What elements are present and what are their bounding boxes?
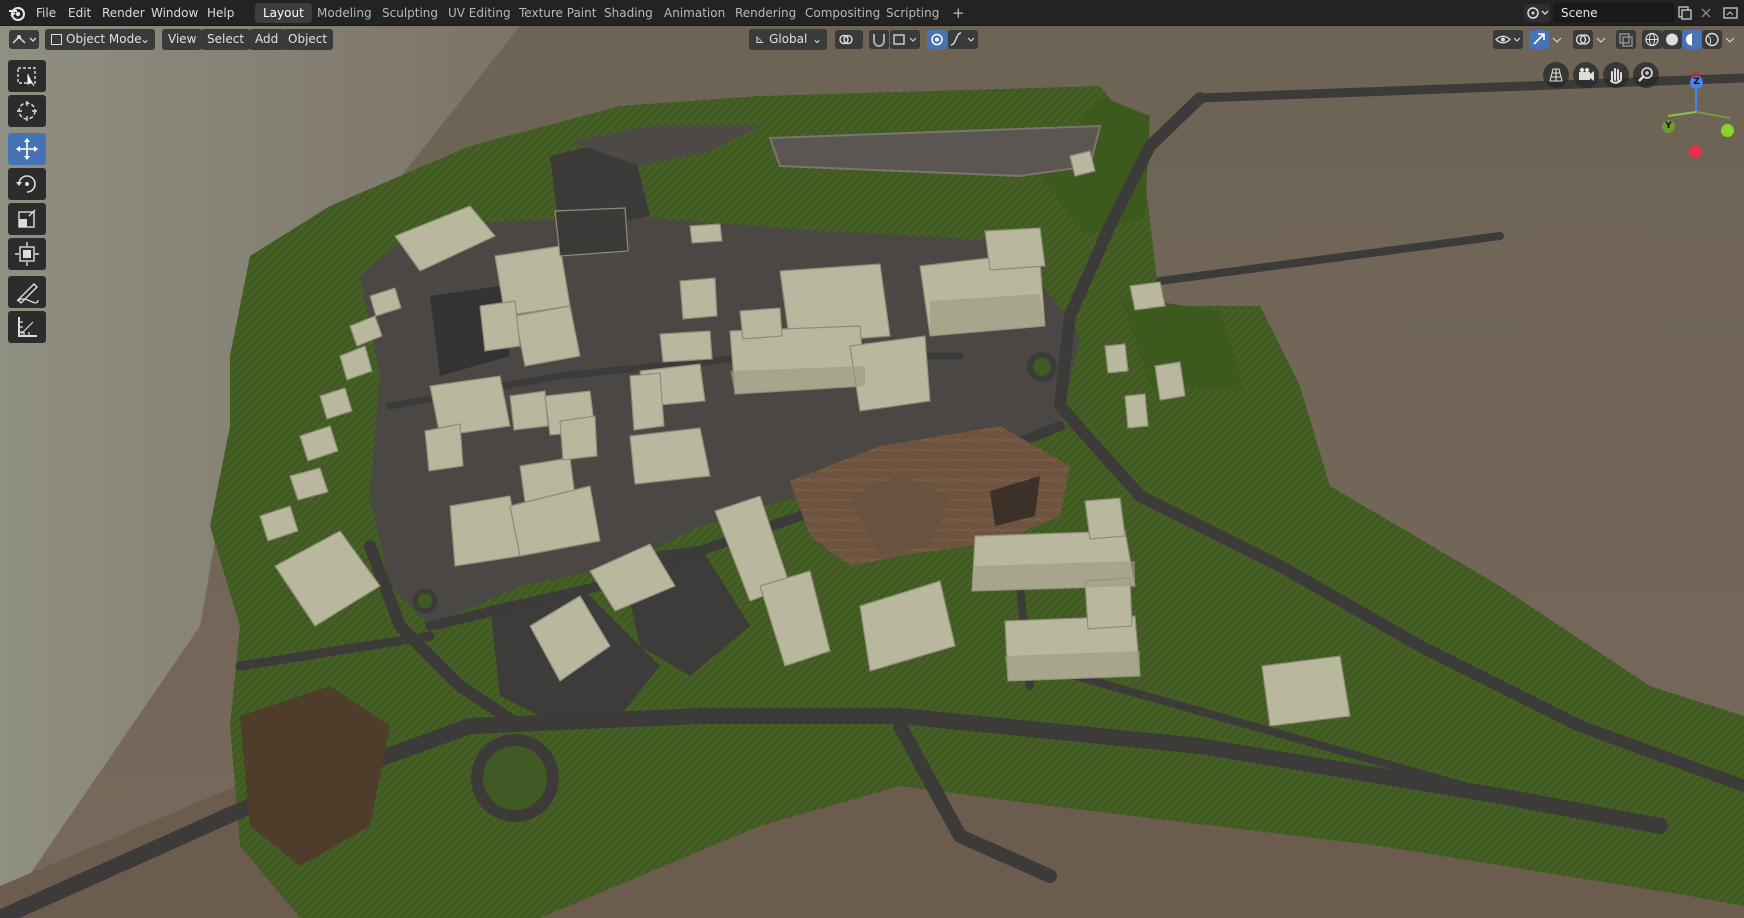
overlays-dropdown-icon[interactable] <box>1594 30 1608 49</box>
chevron-down-icon: ⌄ <box>139 32 150 46</box>
roundabout <box>471 734 559 822</box>
menu-view[interactable]: View <box>162 29 203 50</box>
tab-scripting[interactable]: Scripting <box>878 3 947 23</box>
tab-modeling[interactable]: Modeling <box>309 3 380 23</box>
navigation-gizmo[interactable]: Z Y <box>1655 62 1744 158</box>
xray-toggle-icon[interactable] <box>1616 30 1636 49</box>
delete-scene-icon[interactable] <box>1698 5 1714 21</box>
move-icon <box>16 138 38 160</box>
transform-tool[interactable] <box>8 238 46 270</box>
cursor-tool[interactable] <box>8 95 46 127</box>
view-layer-icon[interactable] <box>1722 5 1740 21</box>
menu-select[interactable]: Select <box>201 29 251 50</box>
tab-sculpting[interactable]: Sculpting <box>374 3 446 23</box>
scene-name-field[interactable]: Scene <box>1553 3 1675 23</box>
tab-shading[interactable]: Shading <box>596 3 661 23</box>
mode-dropdown[interactable]: Object Mode ⌄ <box>45 29 155 50</box>
orientation-label: Global <box>769 32 808 46</box>
gizmo-toggle-icon[interactable] <box>1529 30 1549 49</box>
editor-type-icon[interactable] <box>9 30 39 49</box>
tab-rendering[interactable]: Rendering <box>727 3 804 23</box>
transform-orientation-dropdown[interactable]: ⊾ Global ⌄ <box>749 29 827 50</box>
blender-logo-icon[interactable] <box>8 4 26 22</box>
solid-shading-icon[interactable] <box>1662 30 1682 49</box>
new-scene-icon[interactable] <box>1677 5 1693 21</box>
pan-view-icon[interactable] <box>1603 62 1629 88</box>
overlays-icon[interactable] <box>1573 30 1593 49</box>
move-tool[interactable] <box>8 133 46 165</box>
select-box-icon <box>17 67 36 87</box>
axis-neg-y-icon[interactable] <box>1721 124 1734 137</box>
annotate-icon <box>16 283 39 304</box>
scale-tool[interactable] <box>8 203 46 235</box>
tab-layout[interactable]: Layout <box>255 3 312 23</box>
scene-render <box>0 26 1744 918</box>
rotate-icon <box>16 175 36 193</box>
add-workspace-button[interactable]: + <box>944 3 973 23</box>
menu-view-label: View <box>168 32 197 46</box>
scene-name: Scene <box>1561 6 1598 20</box>
transform-icon <box>15 242 39 266</box>
pivot-point-icon[interactable] <box>835 30 863 49</box>
tab-animation[interactable]: Animation <box>656 3 733 23</box>
menu-render[interactable]: Render <box>102 0 145 26</box>
falloff-icon[interactable] <box>948 30 978 49</box>
rotate-tool[interactable] <box>8 168 46 200</box>
shading-dropdown-icon[interactable] <box>1722 30 1738 49</box>
measure-icon <box>18 317 37 337</box>
wireframe-shading-icon[interactable] <box>1642 30 1662 49</box>
rendered-shading-icon[interactable] <box>1702 30 1722 49</box>
gizmo-dropdown-icon[interactable] <box>1550 30 1564 49</box>
tab-texture-paint[interactable]: Texture Paint <box>511 3 604 23</box>
proportional-editing-icon[interactable] <box>927 30 947 49</box>
chevron-down-icon: ⌄ <box>811 32 822 46</box>
menu-object[interactable]: Object <box>282 29 334 50</box>
menu-file[interactable]: File <box>36 0 56 26</box>
select-box-tool[interactable] <box>8 60 46 92</box>
menu-help[interactable]: Help <box>207 0 234 26</box>
menu-edit[interactable]: Edit <box>68 0 91 26</box>
tab-uv-editing[interactable]: UV Editing <box>440 3 519 23</box>
menu-add-label: Add <box>255 32 279 46</box>
menu-window[interactable]: Window <box>151 0 198 26</box>
material-preview-icon[interactable] <box>1682 30 1702 49</box>
scene-selector-icon[interactable] <box>1524 4 1550 22</box>
snap-target-icon[interactable] <box>890 30 920 49</box>
orientation-icon: ⊾ <box>755 32 766 46</box>
tool-shelf <box>8 60 48 346</box>
toggle-perspective-icon[interactable] <box>1543 62 1569 88</box>
object-mode-icon <box>51 34 62 45</box>
cursor-icon <box>17 101 37 121</box>
axis-z-icon[interactable]: Z <box>1690 76 1703 89</box>
tab-compositing[interactable]: Compositing <box>797 3 888 23</box>
annotate-tool[interactable] <box>8 276 46 308</box>
menu-object-label: Object <box>288 32 328 46</box>
snap-toggle-icon[interactable] <box>869 30 889 49</box>
viewport-header: Object Mode ⌄ View Select Add Object ⊾ Glo… <box>0 26 1744 53</box>
visibility-icon[interactable] <box>1493 30 1523 49</box>
top-menu-bar: File Edit Render Window Help Layout Mode… <box>0 0 1744 26</box>
scale-icon <box>18 209 36 228</box>
axis-x-icon[interactable] <box>1689 145 1702 158</box>
axis-y-icon[interactable]: Y <box>1662 120 1675 133</box>
menu-add[interactable]: Add <box>249 29 285 50</box>
mode-label: Object Mode <box>66 32 142 46</box>
measure-tool[interactable] <box>8 311 46 343</box>
menu-select-label: Select <box>207 32 245 46</box>
3d-viewport[interactable]: Object Mode ⌄ View Select Add Object ⊾ Glo… <box>0 26 1744 918</box>
camera-view-icon[interactable] <box>1573 62 1599 88</box>
